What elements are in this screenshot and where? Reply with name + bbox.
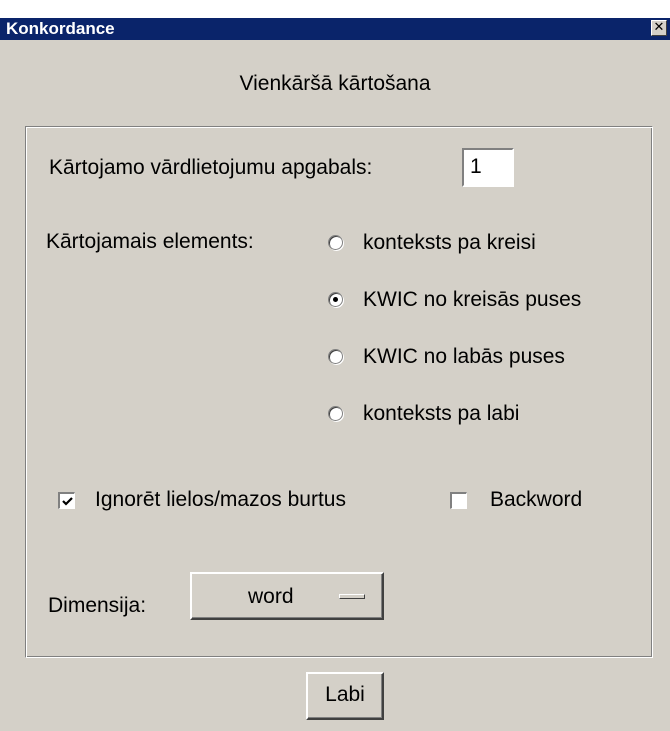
title-bar[interactable]: Konkordance ✕ (0, 18, 670, 40)
radio-selected-dot (333, 297, 338, 302)
radio-button[interactable] (328, 406, 343, 421)
dimension-option-menu[interactable]: word (190, 572, 384, 620)
ok-button[interactable]: Labi (306, 672, 384, 720)
dialog-heading: Vienkāršā kārtošana (239, 72, 431, 95)
dimension-label: Dimensija: (48, 594, 147, 617)
dimension-value: word (248, 585, 294, 608)
ignore-case-label: Ignorēt lielos/mazos burtus (95, 488, 346, 511)
sort-element-label: Kārtojamais elements: (46, 230, 254, 253)
range-label: Kārtojamo vārdlietojumu apgabals: (49, 156, 373, 179)
concordance-dialog: Konkordance ✕ Vienkāršā kārtošana Kārtoj… (0, 0, 670, 731)
option-menu-indicator-icon (339, 594, 365, 599)
radio-button[interactable] (328, 349, 343, 364)
close-icon[interactable]: ✕ (651, 20, 667, 36)
dialog-body: Vienkāršā kārtošana Kārtojamo vārdlietoj… (0, 40, 670, 731)
backword-label: Backword (490, 488, 583, 511)
radio-label: KWIC no labās puses (363, 345, 565, 368)
range-input[interactable]: 1 (462, 148, 514, 187)
backword-checkbox[interactable] (450, 492, 467, 509)
radio-button[interactable] (328, 292, 343, 307)
radio-label: KWIC no kreisās puses (363, 288, 582, 311)
window-title: Konkordance (6, 19, 115, 38)
radio-label: konteksts pa kreisi (363, 231, 536, 254)
radio-label: konteksts pa labi (363, 402, 520, 425)
radio-button[interactable] (328, 235, 343, 250)
checkmark-icon (62, 497, 73, 506)
ignore-case-checkbox[interactable] (58, 492, 75, 509)
